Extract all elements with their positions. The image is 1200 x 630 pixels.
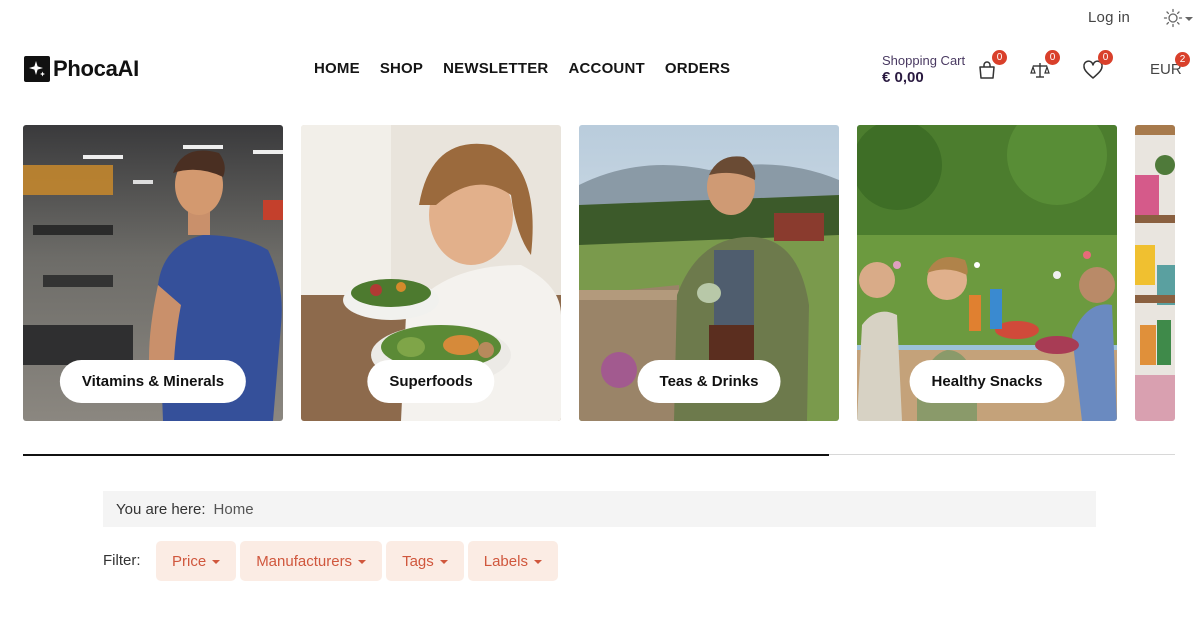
- currency-select[interactable]: EUR 2: [1150, 52, 1190, 78]
- category-card-partial[interactable]: [1135, 125, 1175, 421]
- sparkle-icon: [24, 56, 50, 82]
- category-card-snacks[interactable]: Healthy Snacks: [857, 125, 1117, 421]
- filter-button-label: Labels: [483, 552, 528, 570]
- currency-count-badge: 2: [1175, 52, 1190, 67]
- nav-home[interactable]: HOME: [304, 60, 370, 77]
- nav-orders[interactable]: ORDERS: [655, 60, 740, 77]
- cart-total: € 0,00: [882, 69, 924, 86]
- filter-tags-button[interactable]: Tags: [386, 541, 464, 581]
- category-label: Healthy Snacks: [909, 360, 1065, 403]
- breadcrumb-prefix: You are here:: [116, 500, 206, 518]
- main-nav: HOME SHOP NEWSLETTER ACCOUNT ORDERS: [304, 60, 740, 77]
- logo-text: PhocaAI: [53, 56, 139, 81]
- category-card-teas[interactable]: Teas & Drinks: [579, 125, 839, 421]
- chevron-down-icon: [1185, 16, 1193, 21]
- chevron-down-icon: [358, 559, 367, 564]
- nav-newsletter[interactable]: NEWSLETTER: [433, 60, 558, 77]
- cart-summary[interactable]: Shopping Cart € 0,00: [882, 54, 965, 85]
- category-label: Vitamins & Minerals: [59, 360, 247, 403]
- nav-shop[interactable]: SHOP: [370, 60, 433, 77]
- slider-progress: [23, 454, 829, 456]
- category-card-superfoods[interactable]: Superfoods: [301, 125, 561, 421]
- sun-icon: [1163, 8, 1183, 28]
- chevron-down-icon: [212, 559, 221, 564]
- compare-count-badge: 0: [1045, 50, 1060, 65]
- filter-label: Filter:: [103, 552, 141, 569]
- breadcrumb-home[interactable]: Home: [214, 501, 254, 518]
- filter-bar: Price Manufacturers Tags Labels: [156, 541, 558, 581]
- cart-label: Shopping Cart: [882, 53, 966, 68]
- cart-button[interactable]: 0: [975, 50, 1007, 82]
- nav-account[interactable]: ACCOUNT: [558, 60, 654, 77]
- chevron-down-icon: [533, 559, 542, 564]
- breadcrumb: You are here: Home: [103, 491, 1096, 527]
- wishlist-button[interactable]: 0: [1081, 50, 1113, 82]
- filter-labels-button[interactable]: Labels: [467, 541, 558, 581]
- category-label: Superfoods: [367, 360, 495, 403]
- chevron-down-icon: [439, 559, 448, 564]
- category-photo: [1135, 125, 1175, 421]
- filter-button-label: Tags: [402, 552, 434, 570]
- theme-toggle[interactable]: [1163, 7, 1197, 29]
- filter-price-button[interactable]: Price: [156, 541, 237, 581]
- wishlist-count-badge: 0: [1098, 50, 1113, 65]
- filter-button-label: Price: [172, 552, 207, 570]
- filter-manufacturers-button[interactable]: Manufacturers: [240, 541, 383, 581]
- category-label: Teas & Drinks: [637, 360, 781, 403]
- login-link[interactable]: Log in: [1088, 9, 1130, 26]
- logo[interactable]: PhocaAI: [24, 56, 139, 82]
- category-card-vitamins[interactable]: Vitamins & Minerals: [23, 125, 283, 421]
- filter-button-label: Manufacturers: [256, 552, 353, 570]
- cart-count-badge: 0: [992, 50, 1007, 65]
- compare-button[interactable]: 0: [1028, 50, 1060, 82]
